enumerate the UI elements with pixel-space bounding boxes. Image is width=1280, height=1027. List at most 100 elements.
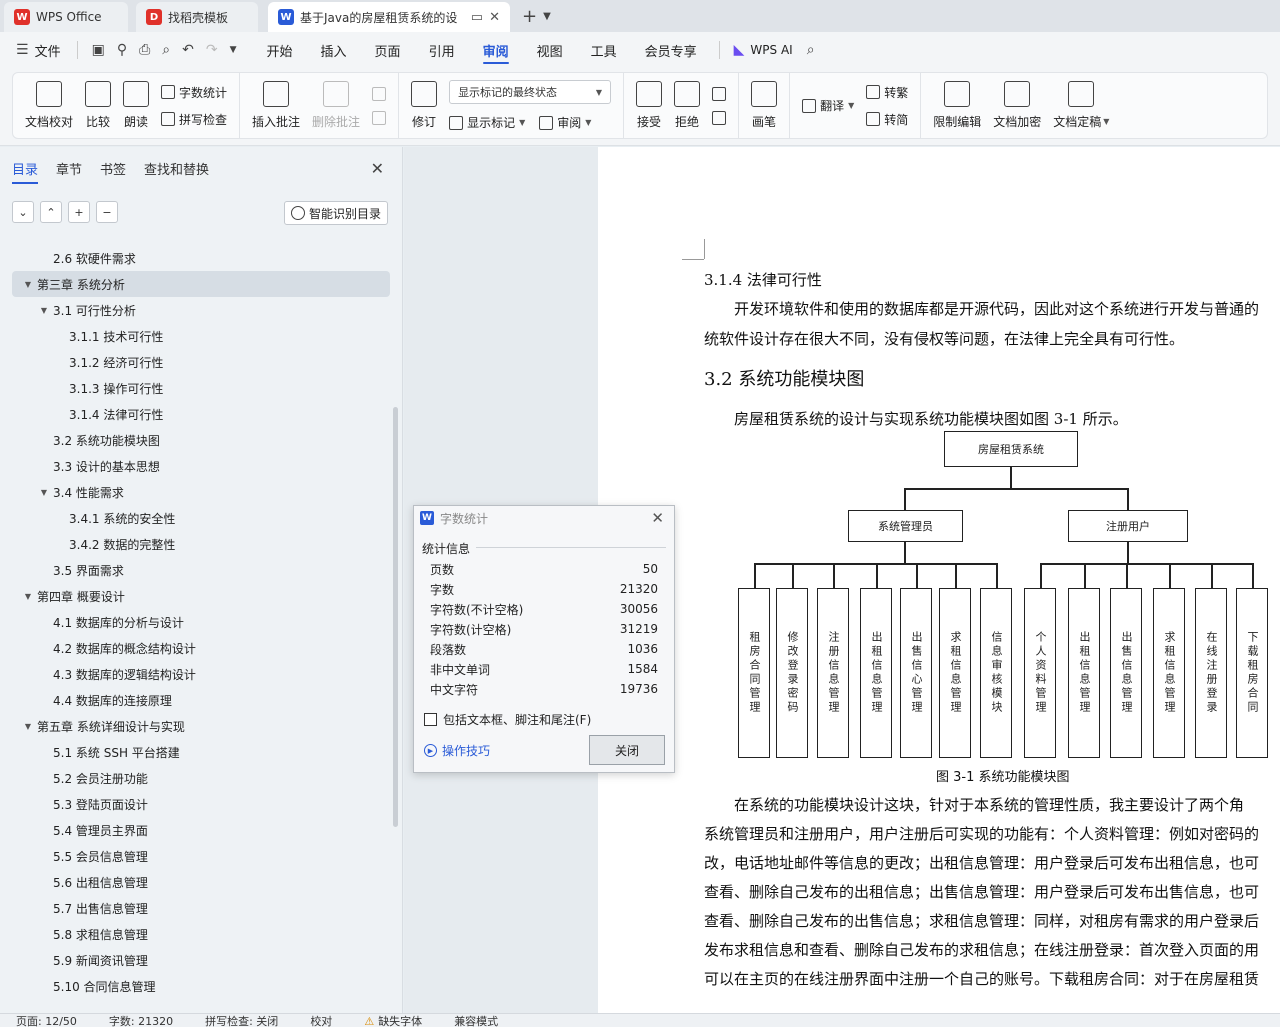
menu-tools[interactable]: 工具: [577, 32, 631, 68]
read-aloud-button[interactable]: 朗读: [117, 81, 155, 130]
toc-item[interactable]: 3.4.1 系统的安全性: [12, 505, 390, 531]
wps-ai-button[interactable]: WPS AI: [750, 43, 792, 57]
document-page[interactable]: 3.1.4 法律可行性 开发环境软件和使用的数据库都是开源代码，因此对这个系统进…: [598, 147, 1280, 1013]
next-change-button[interactable]: [712, 110, 727, 125]
word-count-button[interactable]: 字数统计: [161, 84, 227, 101]
insert-comment-button[interactable]: 插入批注: [246, 81, 306, 130]
print-preview-icon[interactable]: ⌕: [156, 42, 176, 58]
translate-button[interactable]: 翻译 ▼: [802, 97, 854, 114]
expand-triangle-icon[interactable]: ▼: [22, 592, 34, 601]
compare-button[interactable]: 比较: [79, 81, 117, 130]
toc-item[interactable]: 2.6 软硬件需求: [12, 245, 390, 271]
toc-item[interactable]: 4.2 数据库的概念结构设计: [12, 635, 390, 661]
markup-state-select[interactable]: 显示标记的最终状态 ▼: [449, 80, 612, 104]
toc-item[interactable]: 4.3 数据库的逻辑结构设计: [12, 661, 390, 687]
menu-insert[interactable]: 插入: [307, 32, 361, 68]
toc-item[interactable]: 3.2 系统功能模块图: [12, 427, 390, 453]
missing-font-indicator[interactable]: ⚠ 缺失字体: [348, 1013, 438, 1027]
save-icon[interactable]: ▣: [86, 42, 111, 58]
toc-item[interactable]: 3.1.3 操作可行性: [12, 375, 390, 401]
toc-item[interactable]: 5.9 新闻资讯管理: [12, 947, 390, 973]
toc-item[interactable]: ▼ 第三章 系统分析: [12, 271, 390, 297]
track-changes-button[interactable]: 修订: [405, 81, 443, 130]
toc-item[interactable]: ▼ 第五章 系统详细设计与实现: [12, 713, 390, 739]
toc-item[interactable]: 4.4 数据库的连接原理: [12, 687, 390, 713]
toc-item[interactable]: 5.8 求租信息管理: [12, 921, 390, 947]
toc-item[interactable]: 3.4.2 数据的完整性: [12, 531, 390, 557]
toc-item[interactable]: 5.1 系统 SSH 平台搭建: [12, 739, 390, 765]
undo-icon[interactable]: ↶: [176, 42, 200, 58]
smart-toc-button[interactable]: 智能识别目录: [283, 201, 388, 225]
finalize-button[interactable]: 文档定稿 ▼: [1047, 81, 1115, 130]
restrict-edit-button[interactable]: 限制编辑: [927, 81, 987, 130]
chevron-down-icon[interactable]: ▼: [224, 45, 243, 55]
share-icon[interactable]: ⚲: [111, 42, 133, 58]
toc-item[interactable]: 5.3 登陆页面设计: [12, 791, 390, 817]
menu-review[interactable]: 审阅: [469, 32, 523, 68]
tab-bookmarks[interactable]: 书签: [100, 159, 126, 184]
encrypt-button[interactable]: 文档加密: [987, 81, 1047, 130]
toc-item[interactable]: 3.3 设计的基本思想: [12, 453, 390, 479]
toc-item[interactable]: ▼ 3.4 性能需求: [12, 479, 390, 505]
tips-link[interactable]: ▶ 操作技巧: [424, 742, 490, 759]
expand-triangle-icon[interactable]: ▼: [22, 722, 34, 731]
toc-item[interactable]: 5.5 会员信息管理: [12, 843, 390, 869]
close-icon[interactable]: ✕: [371, 159, 384, 178]
spell-check-indicator[interactable]: 拼写检查: 关闭: [189, 1013, 294, 1027]
search-icon[interactable]: ⌕: [801, 42, 821, 58]
toc-item[interactable]: 3.1.1 技术可行性: [12, 323, 390, 349]
toc-item[interactable]: 4.1 数据库的分析与设计: [12, 609, 390, 635]
accept-button[interactable]: 接受: [630, 81, 668, 130]
print-icon[interactable]: ⎙: [133, 42, 156, 58]
menu-view[interactable]: 视图: [523, 32, 577, 68]
toc-item[interactable]: ▼ 3.1 可行性分析: [12, 297, 390, 323]
expand-triangle-icon[interactable]: ▼: [38, 488, 50, 497]
menu-reference[interactable]: 引用: [415, 32, 469, 68]
word-count-indicator[interactable]: 字数: 21320: [93, 1013, 189, 1027]
menu-start[interactable]: 开始: [253, 32, 307, 68]
file-menu[interactable]: 文件: [35, 41, 61, 60]
to-simplified-button[interactable]: 转简: [866, 111, 908, 128]
expand-triangle-icon[interactable]: ▼: [22, 280, 34, 289]
minus-icon[interactable]: −: [96, 201, 118, 223]
toc-item[interactable]: 3.5 界面需求: [12, 557, 390, 583]
toc-item[interactable]: 3.1.4 法律可行性: [12, 401, 390, 427]
prev-comment-button[interactable]: [372, 86, 387, 101]
chevron-down-icon[interactable]: ⌄: [12, 201, 34, 223]
prev-change-button[interactable]: [712, 86, 727, 101]
hamburger-icon[interactable]: ☰: [10, 42, 35, 58]
toc-item[interactable]: 5.2 会员注册功能: [12, 765, 390, 791]
plus-icon[interactable]: +: [68, 201, 90, 223]
tab-wps-office[interactable]: W WPS Office: [4, 2, 128, 32]
redo-icon[interactable]: ↷: [200, 42, 224, 58]
toc-item[interactable]: 5.10 合同信息管理: [12, 973, 390, 999]
expand-triangle-icon[interactable]: ▼: [38, 306, 50, 315]
toc-item[interactable]: 5.4 管理员主界面: [12, 817, 390, 843]
review-pane-button[interactable]: 审阅 ▼: [539, 114, 591, 131]
menu-member[interactable]: 会员专享: [631, 32, 711, 68]
close-icon[interactable]: ✕: [651, 509, 664, 527]
close-button[interactable]: 关闭: [589, 735, 665, 765]
spell-check-button[interactable]: 拼写检查: [161, 111, 227, 128]
toc-item[interactable]: 3.1.2 经济可行性: [12, 349, 390, 375]
add-tab-icon[interactable]: +: [522, 6, 537, 27]
tab-template[interactable]: D 找稻壳模板: [136, 2, 258, 32]
show-markup-button[interactable]: 显示标记 ▼: [449, 114, 525, 131]
tab-document[interactable]: W 基于Java的房屋租赁系统的设 ▭ ✕: [268, 2, 510, 32]
include-textbox-checkbox[interactable]: 包括文本框、脚注和尾注(F): [424, 711, 591, 728]
toc-item[interactable]: 5.7 出售信息管理: [12, 895, 390, 921]
chevron-down-icon[interactable]: ▼: [543, 11, 551, 22]
tab-toc[interactable]: 目录: [12, 159, 39, 184]
next-comment-button[interactable]: [372, 110, 387, 125]
tab-chapters[interactable]: 章节: [56, 159, 82, 184]
proofread-button[interactable]: 文档校对: [19, 81, 79, 130]
reject-button[interactable]: 拒绝: [668, 81, 706, 130]
menu-page[interactable]: 页面: [361, 32, 415, 68]
proof-indicator[interactable]: 校对: [294, 1013, 348, 1027]
toc-item[interactable]: ▼ 第四章 概要设计: [12, 583, 390, 609]
page-indicator[interactable]: 页面: 12/50: [0, 1013, 93, 1027]
dialog-titlebar[interactable]: W 字数统计: [414, 506, 674, 530]
chevron-up-icon[interactable]: ⌃: [40, 201, 62, 223]
delete-comment-button[interactable]: 删除批注: [306, 81, 366, 130]
tab-find-replace[interactable]: 查找和替换: [144, 159, 209, 184]
